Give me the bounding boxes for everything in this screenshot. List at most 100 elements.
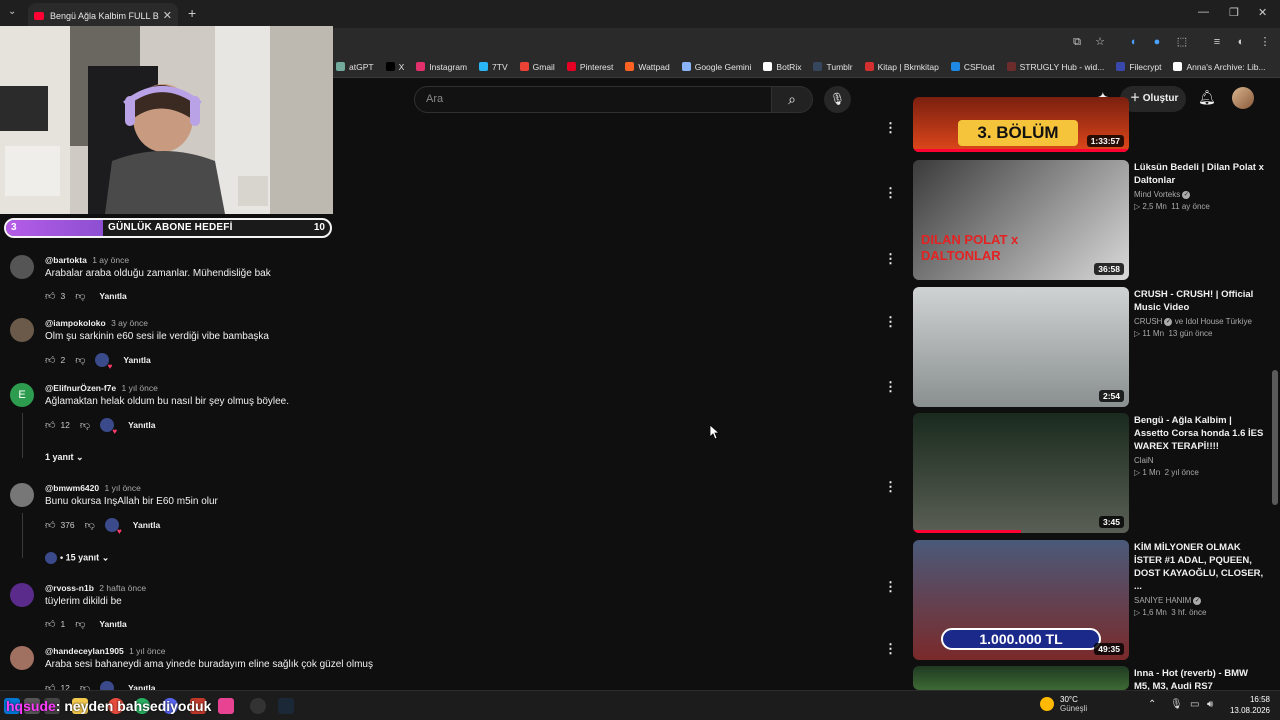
video-channel[interactable]: CRUSH ✓ ve Idol House Türkiye <box>1134 317 1264 326</box>
profile-icon[interactable]: ◐ <box>1234 35 1248 49</box>
maximize-icon[interactable]: ❐ <box>1229 6 1239 19</box>
video-info[interactable]: Lüksün Bedeli | Dilan Polat x Daltonlar M… <box>1134 161 1264 211</box>
clock[interactable]: 16:58 13.08.2026 <box>1226 694 1270 716</box>
close-tab-icon[interactable]: ✕ <box>163 9 172 22</box>
video-info[interactable]: CRUSH - CRUSH! | Official Music Video CRU… <box>1134 288 1264 338</box>
reply-button[interactable]: Yanıtla <box>128 420 155 430</box>
bookmark-item[interactable]: X <box>385 62 404 72</box>
more-options-icon[interactable]: ⋮ <box>884 579 897 595</box>
bookmark-item[interactable]: 7TV <box>479 62 508 72</box>
comment-avatar[interactable] <box>10 318 34 342</box>
bookmark-item[interactable]: Instagram <box>416 62 467 72</box>
comment-author[interactable]: @ElifnurÖzen-f7e <box>45 383 116 393</box>
mic-tray-icon[interactable]: 🎙︎ <box>1170 699 1183 710</box>
more-options-icon[interactable]: ⋮ <box>884 120 897 136</box>
reply-button[interactable]: Yanıtla <box>133 520 160 530</box>
browser-tab[interactable]: Bengü Ağla Kalbim FULL BMW ✕ <box>28 3 178 28</box>
comment-avatar[interactable] <box>10 483 34 507</box>
more-options-icon[interactable]: ⋮ <box>884 251 897 267</box>
like-icon[interactable]: 👍︎ <box>45 419 55 431</box>
dislike-icon[interactable]: 👎︎ <box>80 419 90 431</box>
comment-time[interactable]: 1 yıl önce <box>121 383 157 393</box>
bookmark-item[interactable]: Kitap | Bkmkitap <box>864 62 939 72</box>
reply-button[interactable]: Yanıtla <box>99 619 126 629</box>
like-icon[interactable]: 👍︎ <box>45 290 55 302</box>
comment-time[interactable]: 1 ay önce <box>92 255 129 265</box>
screenshot-icon[interactable]: ⧉ <box>1070 35 1084 49</box>
video-thumbnail[interactable]: 1.000.000 TL 49:35 <box>913 540 1129 660</box>
comment-author[interactable]: @iampokoloko <box>45 318 106 328</box>
reply-button[interactable]: Yanıtla <box>99 291 126 301</box>
weather-widget[interactable]: 30°C Güneşli <box>1040 695 1087 713</box>
bookmark-item[interactable]: BotRix <box>763 62 801 72</box>
obs-icon[interactable] <box>250 698 266 714</box>
tab-search-icon[interactable]: ⌄ <box>8 6 16 17</box>
dislike-icon[interactable]: 👎︎ <box>75 618 85 630</box>
comment-time[interactable]: 2 hafta önce <box>99 583 146 593</box>
more-options-icon[interactable]: ⋮ <box>884 479 897 495</box>
comment-author[interactable]: @rvoss-n1b <box>45 583 94 593</box>
comment-time[interactable]: 3 ay önce <box>111 318 148 328</box>
more-options-icon[interactable]: ⋮ <box>884 314 897 330</box>
bookmark-item[interactable]: CSFloat <box>950 62 995 72</box>
video-channel[interactable]: ClaiN <box>1134 456 1264 465</box>
video-thumbnail[interactable]: 3:45 <box>913 413 1129 533</box>
audio-icon[interactable]: ◖ <box>1126 35 1140 49</box>
notifications-bell-icon[interactable]: 🔔︎ <box>1198 89 1216 106</box>
page-scrollbar[interactable] <box>1272 120 1278 700</box>
bookmark-item[interactable]: Google Gemini <box>681 62 751 72</box>
volume-icon[interactable]: 🔊︎ <box>1207 699 1213 710</box>
comment-time[interactable]: 1 yıl önce <box>105 483 141 493</box>
more-options-icon[interactable]: ⋮ <box>884 641 897 657</box>
bookmark-item[interactable]: Wattpad <box>625 62 670 72</box>
dislike-icon[interactable]: 👎︎ <box>75 354 85 366</box>
bookmark-item[interactable]: Tumblr <box>813 62 853 72</box>
bookmark-star-icon[interactable]: ☆ <box>1093 35 1107 49</box>
video-thumbnail[interactable]: 3. BÖLÜM 1:33:57 <box>913 97 1129 152</box>
video-title[interactable]: KİM MİLYONER OLMAK İSTER #1 ADAL, PQUEEN… <box>1134 541 1264 593</box>
video-info[interactable]: KİM MİLYONER OLMAK İSTER #1 ADAL, PQUEEN… <box>1134 541 1264 617</box>
dislike-icon[interactable]: 👎︎ <box>85 519 95 531</box>
comment-avatar[interactable] <box>10 646 34 670</box>
user-avatar[interactable] <box>1232 87 1254 109</box>
bookmark-item[interactable]: Filecrypt <box>1116 62 1161 72</box>
network-icon[interactable]: ▭ <box>1190 699 1199 710</box>
video-thumbnail[interactable] <box>913 666 1129 690</box>
steam-icon[interactable] <box>278 698 294 714</box>
video-thumbnail[interactable]: DILAN POLAT x DALTONLAR 36:58 <box>913 160 1129 280</box>
bookmark-item[interactable]: Anna's Archive: Lib... <box>1173 62 1266 72</box>
comment-avatar[interactable] <box>10 583 34 607</box>
extensions-icon[interactable]: ⬚ <box>1175 35 1189 49</box>
voice-search-button[interactable]: 🎙︎ <box>824 86 851 113</box>
bookmark-item[interactable]: atGPT <box>336 62 374 72</box>
reply-button[interactable]: Yanıtla <box>123 355 150 365</box>
video-thumbnail[interactable]: 2:54 <box>913 287 1129 407</box>
comment-avatar[interactable]: E <box>10 383 34 407</box>
dislike-icon[interactable]: 👎︎ <box>75 290 85 302</box>
bookmark-item[interactable]: STRUGLY Hub - wid... <box>1006 62 1104 72</box>
extension-vpn-icon[interactable]: ● <box>1150 35 1164 49</box>
comment-author[interactable]: @bmwm6420 <box>45 483 99 493</box>
more-options-icon[interactable]: ⋮ <box>884 185 897 201</box>
like-icon[interactable]: 👍︎ <box>45 354 55 366</box>
reading-list-icon[interactable]: ≡ <box>1210 35 1224 49</box>
scrollbar-thumb[interactable] <box>1272 370 1278 505</box>
video-title[interactable]: CRUSH - CRUSH! | Official Music Video <box>1134 288 1264 314</box>
search-button[interactable]: ⌕ <box>771 86 813 113</box>
video-title[interactable]: Bengü - Ağla Kalbim | Assetto Corsa hond… <box>1134 414 1264 453</box>
create-button[interactable]: ＋ Oluştur <box>1120 86 1186 112</box>
like-icon[interactable]: 👍︎ <box>45 618 55 630</box>
search-input[interactable]: Ara <box>414 86 772 113</box>
minimize-icon[interactable]: — <box>1198 6 1209 18</box>
tray-chevron-icon[interactable]: ⌃ <box>1148 699 1156 710</box>
video-title[interactable]: Lüksün Bedeli | Dilan Polat x Daltonlar <box>1134 161 1264 187</box>
bookmark-item[interactable]: Pinterest <box>566 62 613 72</box>
browser-menu-icon[interactable]: ⋮ <box>1258 35 1272 49</box>
view-replies-button[interactable]: 1 yanıt ⌄ <box>45 452 84 463</box>
more-options-icon[interactable]: ⋮ <box>884 379 897 395</box>
video-channel[interactable]: SANİYE HANIM ✓ <box>1134 596 1264 605</box>
window-close-icon[interactable]: ✕ <box>1258 6 1267 19</box>
bookmark-item[interactable]: Gmail <box>519 62 555 72</box>
comment-time[interactable]: 1 yıl önce <box>129 646 165 656</box>
app-pink-icon[interactable] <box>218 698 234 714</box>
